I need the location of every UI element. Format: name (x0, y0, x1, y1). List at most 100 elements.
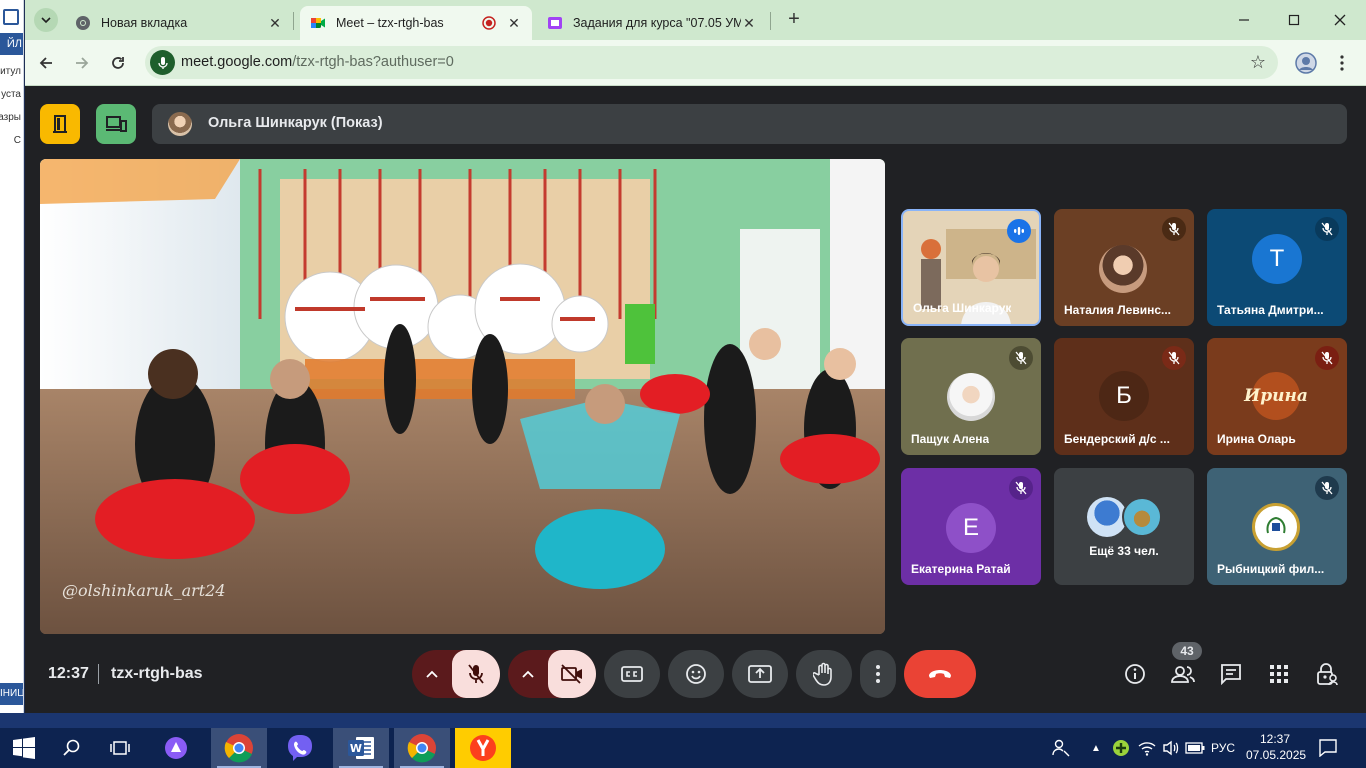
chat-button[interactable] (1218, 661, 1244, 687)
ribbon-text: С (13, 135, 21, 146)
search-icon (63, 739, 80, 756)
battery-icon (1185, 742, 1205, 754)
close-tab-icon[interactable]: ✕ (267, 15, 283, 32)
captions-button[interactable] (604, 650, 660, 698)
close-tab-icon[interactable]: ✕ (741, 15, 757, 32)
participant-tile[interactable]: Т Татьяна Дмитри... (1207, 209, 1347, 326)
reload-button[interactable] (104, 49, 132, 77)
people-count-badge: 43 (1172, 642, 1202, 660)
new-tab-button[interactable]: + (782, 8, 806, 32)
muted-indicator (1009, 346, 1033, 370)
people-icon (1171, 666, 1195, 683)
participant-tile[interactable]: Пащук Алена (901, 338, 1041, 455)
lock-person-icon (1317, 663, 1338, 686)
input-language[interactable]: РУС (1211, 741, 1235, 755)
participant-name: Ирина Оларь (1217, 432, 1296, 446)
close-tab-icon[interactable]: ✕ (506, 15, 522, 32)
task-view-icon (110, 741, 130, 755)
volume-tray-icon[interactable] (1160, 728, 1182, 768)
mic-off-icon (468, 664, 484, 684)
file-menu-tab[interactable]: ЙЛ (0, 33, 23, 55)
switch-device-button[interactable] (96, 104, 136, 144)
site-info-button[interactable] (150, 50, 175, 75)
taskbar-date[interactable]: 07.05.2025 (1246, 748, 1306, 762)
url-text: meet.google.com/tzx-rtgh-bas?authuser=0 (181, 54, 454, 70)
muted-indicator (1162, 217, 1186, 241)
search-button[interactable] (48, 728, 96, 768)
bookmark-star-icon[interactable]: ☆ (1250, 52, 1266, 72)
host-controls-button[interactable] (1314, 661, 1340, 687)
windows-logo-icon (13, 737, 35, 759)
present-screen-button[interactable] (732, 650, 788, 698)
people-tray-icon[interactable] (1048, 728, 1074, 768)
companion-mode-button[interactable] (40, 104, 80, 144)
taskbar-yandex-browser[interactable] (455, 728, 511, 768)
profile-avatar[interactable] (1292, 49, 1320, 77)
save-icon[interactable] (3, 9, 19, 25)
toggle-microphone-button[interactable] (452, 650, 500, 698)
tab-title: Meet – tzx-rtgh-bas (336, 16, 444, 30)
vpn-tray-icon[interactable] (1110, 728, 1132, 768)
meeting-details-button[interactable] (1122, 661, 1148, 687)
show-hidden-icons-button[interactable]: ▲ (1088, 728, 1104, 768)
participant-tile[interactable]: Ирина Ирина Оларь (1207, 338, 1347, 455)
taskbar-time[interactable]: 12:37 (1260, 732, 1290, 746)
svg-text:W: W (350, 742, 362, 755)
audio-settings-button[interactable] (412, 650, 452, 698)
more-options-button[interactable] (860, 650, 896, 698)
speaker-icon (1163, 740, 1179, 756)
participant-tile[interactable]: Б Бендерский д/с ... (1054, 338, 1194, 455)
battery-tray-icon[interactable] (1184, 728, 1206, 768)
participant-tile[interactable]: Наталия Левинс... (1054, 209, 1194, 326)
avatar: Б (1099, 371, 1149, 421)
minimize-button[interactable] (1221, 0, 1267, 40)
taskbar-word[interactable]: W (333, 728, 389, 768)
participant-tile[interactable]: Е Екатерина Ратай (901, 468, 1041, 585)
leave-call-button[interactable] (904, 650, 976, 698)
tab-new-tab[interactable]: Новая вкладка ✕ (65, 6, 293, 40)
forward-button[interactable] (68, 49, 96, 77)
maximize-icon (1288, 14, 1300, 26)
viber-icon (288, 735, 312, 761)
taskbar-chrome-2[interactable] (394, 728, 450, 768)
activities-button[interactable] (1266, 661, 1292, 687)
people-button[interactable] (1170, 661, 1196, 687)
action-center-button[interactable] (1311, 728, 1345, 768)
more-participants-tile[interactable]: Ещё 33 чел. (1054, 468, 1194, 585)
profile-icon (1295, 52, 1317, 74)
close-window-button[interactable] (1317, 0, 1363, 40)
video-settings-button[interactable] (508, 650, 548, 698)
muted-indicator (1315, 217, 1339, 241)
close-icon (1334, 14, 1346, 26)
participant-tile[interactable]: Рыбницкий фил... (1207, 468, 1347, 585)
back-button[interactable] (32, 49, 60, 77)
chrome-icon (76, 16, 90, 30)
network-tray-icon[interactable] (1136, 728, 1158, 768)
more-vert-icon (1340, 55, 1344, 71)
maximize-button[interactable] (1271, 0, 1317, 40)
school-emblem-icon (1266, 516, 1286, 534)
tab-classroom[interactable]: Задания для курса "07.05 УМС ✕ (537, 6, 767, 40)
start-button[interactable] (0, 728, 48, 768)
browser-menu-button[interactable] (1328, 49, 1356, 77)
presenter-name: Ольга Шинкарук (Показ) (208, 115, 383, 131)
participant-tile[interactable]: Ольга Шинкарук (901, 209, 1041, 326)
mic-off-icon (1321, 222, 1333, 236)
reactions-button[interactable] (668, 650, 724, 698)
taskbar-chrome-1[interactable] (211, 728, 267, 768)
raise-hand-button[interactable] (796, 650, 852, 698)
alice-assistant-button[interactable] (152, 728, 200, 768)
tab-meet[interactable]: Meet – tzx-rtgh-bas ✕ (300, 6, 532, 40)
wifi-icon (1138, 742, 1156, 756)
mic-off-icon (1168, 351, 1180, 365)
meeting-code: tzx-rtgh-bas (111, 665, 203, 682)
chrome-icon (224, 734, 253, 763)
task-view-button[interactable] (96, 728, 144, 768)
taskbar-viber[interactable] (272, 728, 328, 768)
closed-caption-icon (621, 666, 643, 682)
microphone-control (412, 650, 500, 698)
address-bar[interactable]: meet.google.com/tzx-rtgh-bas?authuser=0 … (145, 46, 1278, 79)
toggle-camera-button[interactable] (548, 650, 596, 698)
tab-search-button[interactable] (34, 8, 58, 32)
desktop-edge (0, 713, 1366, 728)
